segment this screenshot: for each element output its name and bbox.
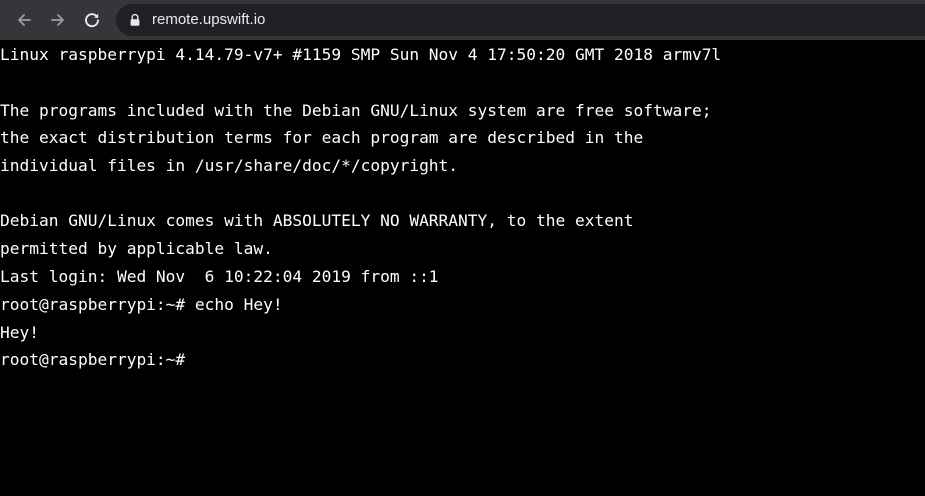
terminal-screen[interactable]: Linux raspberrypi 4.14.79-v7+ #1159 SMP … [0,40,925,496]
terminal-line: the exact distribution terms for each pr… [0,128,644,147]
terminal-line: individual files in /usr/share/doc/*/cop… [0,156,459,175]
browser-window: remote.upswift.io Linux raspberrypi 4.14… [0,0,925,496]
lock-icon [130,13,140,26]
reload-button[interactable] [80,8,104,32]
terminal-prompt[interactable]: root@raspberrypi:~# [0,346,185,374]
terminal-line: Debian GNU/Linux comes with ABSOLUTELY N… [0,211,634,230]
url-text: remote.upswift.io [152,11,266,28]
browser-toolbar: remote.upswift.io [0,0,925,40]
terminal-line: Linux raspberrypi 4.14.79-v7+ #1159 SMP … [0,45,722,64]
terminal-line: Last login: Wed Nov 6 10:22:04 2019 from… [0,267,439,286]
arrow-right-icon [51,14,64,26]
back-button[interactable] [12,8,36,32]
terminal-command-line: root@raspberrypi:~# echo Hey! [0,295,283,314]
terminal-output-line: Hey! [0,323,39,342]
terminal-line: The programs included with the Debian GN… [0,101,712,120]
forward-button[interactable] [46,8,70,32]
arrow-left-icon [18,14,31,26]
address-bar[interactable]: remote.upswift.io [116,4,925,36]
reload-icon [85,13,99,28]
terminal-line: permitted by applicable law. [0,239,273,258]
